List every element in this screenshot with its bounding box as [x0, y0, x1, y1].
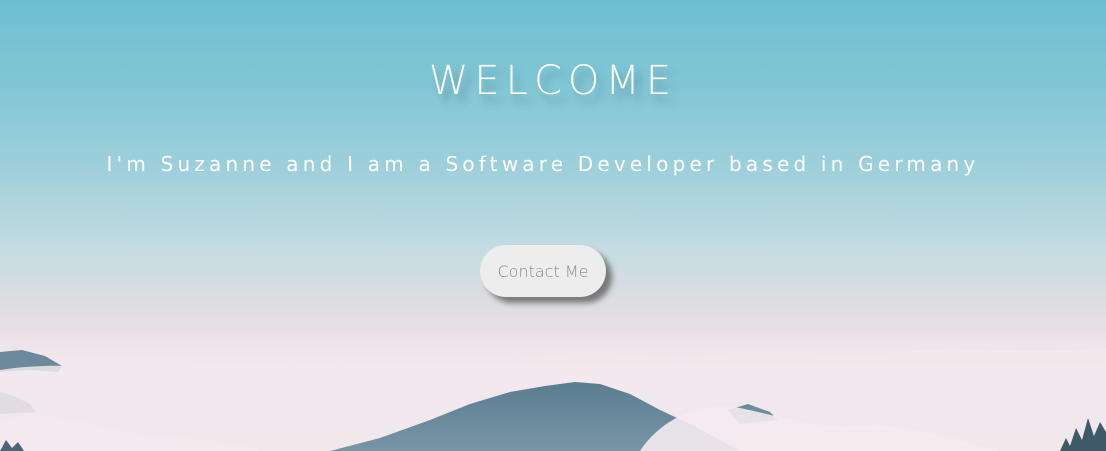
hero-section: WELCOME I'm Suzanne and I am a Software …	[0, 0, 1106, 451]
contact-me-button[interactable]: Contact Me	[480, 245, 606, 297]
intro-tagline: I'm Suzanne and I am a Software Develope…	[106, 152, 980, 176]
welcome-heading: WELCOME	[428, 58, 678, 104]
